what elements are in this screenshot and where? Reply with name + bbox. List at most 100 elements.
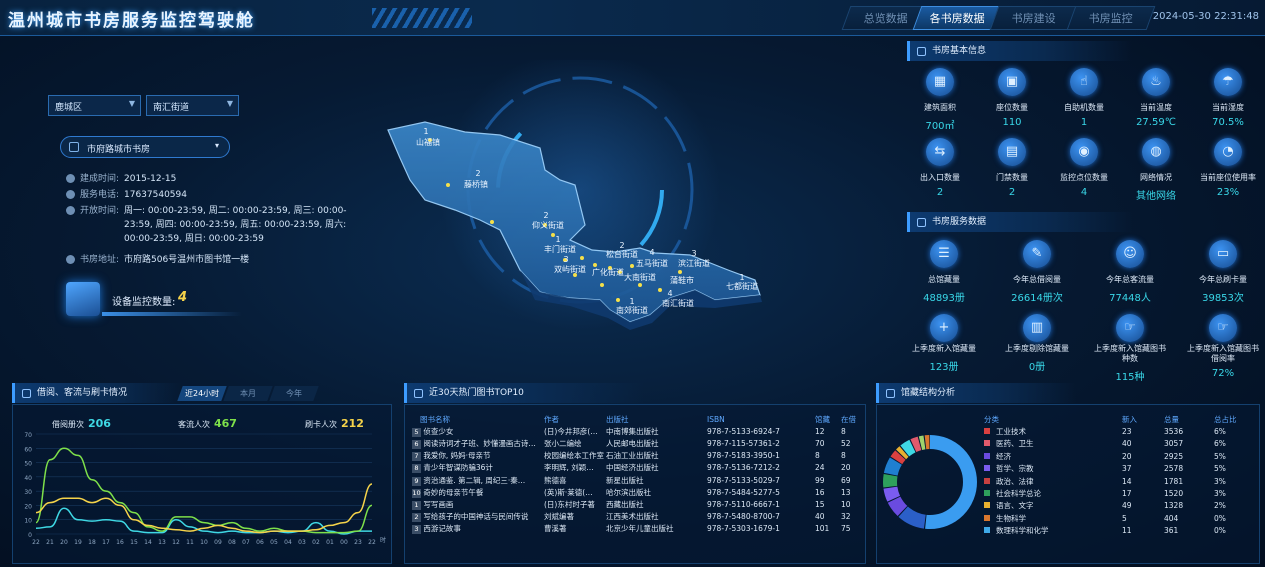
region-name: 大南街道 bbox=[624, 272, 656, 282]
table-row[interactable]: 社会科学总论 17 1520 3% bbox=[984, 487, 1254, 499]
legend-swatch bbox=[984, 465, 990, 472]
holdings: 70 bbox=[815, 438, 825, 448]
people-icon: ☺ bbox=[1116, 240, 1144, 268]
tab-year[interactable]: 今年 bbox=[269, 386, 319, 401]
chevron-down-icon: ▾ bbox=[214, 141, 219, 150]
stat-value: 70.5% bbox=[1212, 117, 1244, 128]
stat-people: ☺ 今年总客流量 77448人 bbox=[1092, 240, 1168, 304]
stat-value: 115种 bbox=[1115, 372, 1145, 383]
table-row[interactable]: 生物科学 5 404 0% bbox=[984, 512, 1254, 524]
holdings: 16 bbox=[815, 487, 825, 497]
kpi-value: 206 bbox=[88, 417, 111, 430]
fire-icon bbox=[414, 389, 423, 398]
author: (日)今井邦彦(… bbox=[544, 426, 598, 436]
region-count: 2 bbox=[475, 169, 480, 178]
table-row[interactable]: 3 西游记故事 曹溪著 北京少年儿童出版社 978-7-5303-1679-1 101 7… bbox=[412, 523, 862, 535]
new-count: 5 bbox=[1122, 513, 1127, 523]
stat-value: 48893册 bbox=[923, 293, 965, 304]
col-borrowed: 在借 bbox=[841, 414, 856, 424]
info-icon bbox=[917, 47, 926, 56]
page-title: 温州城市书房服务监控驾驶舱 bbox=[8, 11, 255, 31]
stat-value: 700㎡ bbox=[925, 121, 955, 132]
total-count: 2925 bbox=[1164, 451, 1184, 461]
street-select[interactable]: 南汇街道 ▼ bbox=[146, 95, 239, 116]
new-count: 14 bbox=[1122, 476, 1132, 486]
tab-month[interactable]: 本月 bbox=[223, 386, 273, 401]
book-name: 资治通鉴. 第二辑, 周纪三·秦… bbox=[423, 475, 526, 485]
stat-value: 26614册次 bbox=[1011, 293, 1063, 304]
x-tick-label: 02 bbox=[312, 539, 320, 546]
legend-swatch bbox=[984, 452, 990, 459]
tab-construction[interactable]: 书房建设 bbox=[989, 6, 1079, 30]
table-row[interactable]: 8 青少年智谋防骗36计 李明辉, 刘颖… 中国经济出版社 978-7-5136-72… bbox=[412, 462, 862, 474]
grid-icon bbox=[886, 389, 895, 398]
table-row[interactable]: 经济 20 2925 5% bbox=[984, 450, 1254, 462]
tab-24h[interactable]: 近24小时 bbox=[177, 386, 227, 401]
legend-swatch bbox=[984, 502, 990, 509]
stat-machine: ☝ 自助机数量 1 bbox=[1046, 68, 1122, 128]
top10-header: 近30天热门图书TOP10 bbox=[404, 383, 644, 403]
x-tick-label: 08 bbox=[228, 539, 236, 546]
holdings: 15 bbox=[815, 499, 825, 509]
new-count: 11 bbox=[1122, 526, 1132, 536]
tab-library-data[interactable]: 各书房数据 bbox=[912, 6, 1002, 30]
stat-label: 上季度剔除馆藏量 bbox=[1005, 344, 1069, 353]
legend-swatch bbox=[984, 477, 990, 484]
structure-header-row: 分类 新入 总量 总占比 bbox=[984, 413, 1254, 425]
stat-card: ▭ 今年总刷卡量 39853次 bbox=[1185, 240, 1261, 304]
stat-add: + 上季度新入馆藏量 123册 bbox=[906, 314, 982, 373]
table-row[interactable]: 2 写给孩子的中国神话与民间传说 刘斌编著 江西美术出版社 978-7-5480-87… bbox=[412, 511, 862, 523]
x-tick-label: 13 bbox=[158, 539, 166, 546]
stat-value: 其他网络 bbox=[1136, 191, 1176, 202]
x-tick-label: 22 bbox=[368, 539, 376, 546]
region-name: 广化街道 bbox=[592, 267, 624, 277]
region-count: 1 bbox=[423, 127, 428, 136]
chevron-down-icon: ▼ bbox=[226, 99, 233, 108]
book-name: 我爱你, 妈妈·母亲节 bbox=[423, 451, 491, 461]
stat-label: 今年总客流量 bbox=[1106, 275, 1154, 284]
rank-badge: 6 bbox=[412, 439, 421, 449]
category-name: 生物科学 bbox=[996, 513, 1026, 523]
basic-info-title: 书房基本信息 bbox=[932, 46, 987, 56]
rank-badge: 2 bbox=[412, 513, 421, 523]
author: 刘斌编著 bbox=[544, 512, 574, 522]
book-name: 阅读诗词才子班、妙懂漫画古诗… bbox=[423, 438, 536, 448]
traffic-header: 借阅、客流与刷卡情况 bbox=[12, 383, 182, 403]
table-row[interactable]: 语言、文字 49 1328 2% bbox=[984, 500, 1254, 512]
add-icon: + bbox=[930, 314, 958, 342]
table-row[interactable]: 工业技术 23 3536 6% bbox=[984, 425, 1254, 437]
table-row[interactable]: 9 资治通鉴. 第二辑, 周纪三·秦… 熊德喜 新星出版社 978-7-5133-50… bbox=[412, 474, 862, 486]
table-row[interactable]: 5 侦查少女 (日)今井邦彦(… 中南博集出版社 978-7-5133-6924-7 1… bbox=[412, 425, 862, 437]
table-row[interactable]: 数理科学和化学 11 361 0% bbox=[984, 525, 1254, 537]
district-map: 1 山福镇 2 藤桥镇 2 仰义街道 1 丰门街道 3 双屿街道 2 松台街道 … bbox=[387, 60, 762, 330]
card-icon: ▭ bbox=[1209, 240, 1237, 268]
clock-icon bbox=[66, 206, 75, 215]
region-name: 滨江街道 bbox=[678, 258, 710, 268]
kpi-card: 刷卡人次 212 bbox=[305, 417, 364, 430]
new-count: 49 bbox=[1122, 501, 1132, 511]
stat-pie: ◔ 当前座位使用率 23% bbox=[1190, 138, 1265, 198]
publisher: 北京少年儿童出版社 bbox=[606, 524, 674, 534]
stat-label: 监控点位数量 bbox=[1060, 173, 1108, 182]
share: 3% bbox=[1214, 489, 1226, 499]
new-count: 20 bbox=[1122, 451, 1132, 461]
region-name: 七都街道 bbox=[726, 281, 758, 291]
phone-icon bbox=[66, 190, 75, 199]
isbn: 978-7-5133-6924-7 bbox=[707, 426, 780, 436]
table-row[interactable]: 哲学、宗教 37 2578 5% bbox=[984, 463, 1254, 475]
tab-monitor[interactable]: 书房监控 bbox=[1066, 6, 1156, 30]
table-row[interactable]: 10 奇妙的母亲节午餐 (英)斯·莱德(… 哈尔滨出版社 978-7-5484-527… bbox=[412, 486, 862, 498]
region-name: 蒲鞋市 bbox=[670, 275, 694, 285]
table-row[interactable]: 6 阅读诗词才子班、妙懂漫画古诗… 张小二编绘 人民邮电出版社 978-7-115-5… bbox=[412, 437, 862, 449]
kpi-label: 客流人次 bbox=[178, 420, 210, 429]
table-row[interactable]: 政治、法律 14 1781 3% bbox=[984, 475, 1254, 487]
library-select[interactable]: 市府路城市书房 ▾ bbox=[60, 136, 230, 158]
header-decoration bbox=[372, 8, 472, 28]
stat-label: 当前座位使用率 bbox=[1200, 173, 1256, 182]
col-isbn: ISBN bbox=[707, 414, 725, 424]
device-icon bbox=[66, 282, 100, 316]
table-row[interactable]: 7 我爱你, 妈妈·母亲节 校园编绘本工作室 石油工业出版社 978-7-5183-3… bbox=[412, 450, 862, 462]
table-row[interactable]: 1 写写画画 (日)东村时子著 西藏出版社 978-7-5110-6667-1 15 10 bbox=[412, 498, 862, 510]
district-select[interactable]: 鹿城区 ▼ bbox=[48, 95, 141, 116]
table-row[interactable]: 医药、卫生 40 3057 6% bbox=[984, 438, 1254, 450]
